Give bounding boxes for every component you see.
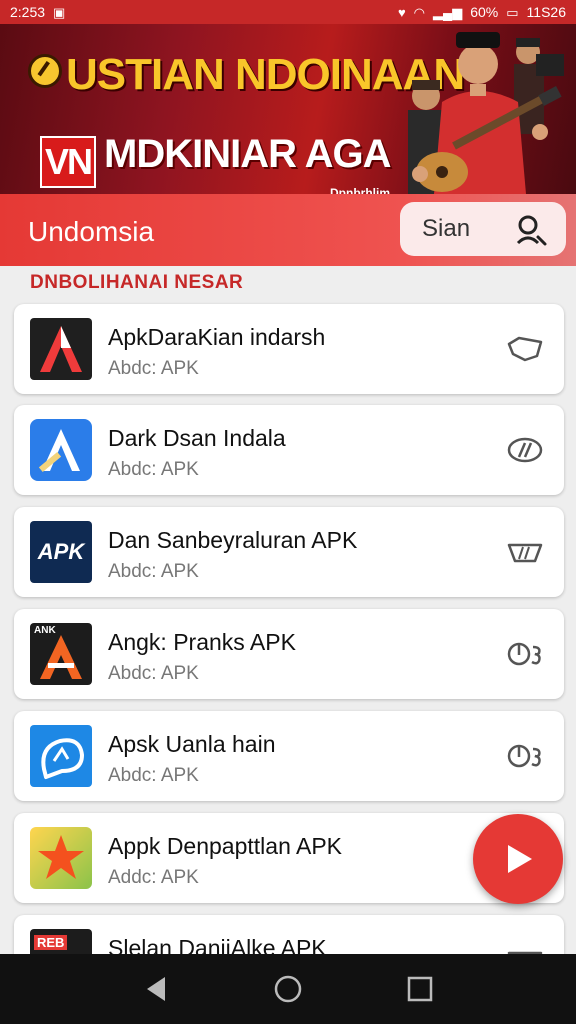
banner-caption: Dpnbrhlim xyxy=(330,186,390,194)
timer-icon[interactable] xyxy=(504,637,546,671)
play-fab-button[interactable] xyxy=(473,814,563,904)
app-icon-badge-text: ANK xyxy=(34,625,56,636)
home-circle-icon xyxy=(274,975,302,1003)
back-triangle-icon xyxy=(147,977,165,1001)
battery-icon: ▭ xyxy=(506,4,519,20)
banner-badge: VN xyxy=(40,136,96,188)
banner-subtitle: MDKINIAR AGA xyxy=(104,132,391,176)
wifi-icon: ◠ xyxy=(413,4,425,20)
recents-button[interactable] xyxy=(400,969,440,1009)
app-name: Dark Dsan Indala xyxy=(108,425,286,451)
home-button[interactable] xyxy=(268,969,308,1009)
app-name: Dan Sanbeyraluran APK xyxy=(108,527,358,553)
search-button[interactable]: Sian xyxy=(400,202,566,256)
back-button[interactable] xyxy=(136,969,176,1009)
app-list-item[interactable]: ANK Angk: Pranks APK Abdc: APK xyxy=(14,609,564,699)
app-list-item[interactable]: APK Dan Sanbeyraluran APK Abdc: APK xyxy=(14,507,564,597)
status-bar: 2:253 ▣ ♥ ◠ ▂▄▆ 60% ▭ 11S26 xyxy=(0,0,576,24)
bluetooth-icon: ♥ xyxy=(397,4,406,20)
app-subtitle: Abdc: APK xyxy=(108,561,199,582)
recents-square-icon xyxy=(407,976,433,1002)
status-left: 2:253 ▣ xyxy=(10,4,65,20)
app-subtitle: Addc: APK xyxy=(108,867,199,888)
search-button-label: Sian xyxy=(422,215,471,242)
app-name: Angk: Pranks APK xyxy=(108,629,296,655)
app-subtitle: Abdc: APK xyxy=(108,358,199,379)
app-subtitle: Abdc: APK xyxy=(108,663,199,684)
image-notification-icon: ▣ xyxy=(53,4,66,20)
app-list-item[interactable]: ApkDaraKian indarsh Abdc: APK xyxy=(14,304,564,394)
battery-percent: 60% xyxy=(470,4,499,20)
section-label: DNBOLIHANAI NESAR xyxy=(30,272,244,293)
timer-icon[interactable] xyxy=(504,739,546,773)
favorite-icon[interactable] xyxy=(504,535,546,569)
favorite-icon[interactable] xyxy=(504,332,546,366)
search-header: Undomsia Sian xyxy=(0,194,576,266)
app-subtitle: Abdc: APK xyxy=(108,459,199,480)
app-icon-chat-bubble xyxy=(30,725,92,787)
navigation-bar xyxy=(0,954,576,1024)
app-name: Apsk Uanla hain xyxy=(108,731,276,757)
search-icon xyxy=(516,215,547,246)
app-icon-badge-text: REB xyxy=(34,935,68,950)
app-icon-a-dark xyxy=(30,318,92,380)
app-subtitle: Abdc: APK xyxy=(108,765,199,786)
banner-logo-icon xyxy=(28,54,62,88)
app-icon-star xyxy=(30,827,92,889)
link-icon[interactable] xyxy=(504,433,546,467)
app-name: Appk Denpapttlan APK xyxy=(108,833,342,859)
status-clock: 11S26 xyxy=(526,4,566,20)
apk-tile-text: APK xyxy=(37,539,85,564)
guitarist-illustration xyxy=(408,32,564,194)
app-icon-a-blue xyxy=(30,419,92,481)
app-list-item[interactable]: Apsk Uanla hain Abdc: APK xyxy=(14,711,564,801)
promo-banner[interactable]: USTIAN NDOINAAN VN MDKINIAR AGA Dpnbrhli… xyxy=(0,24,576,194)
status-time: 2:253 xyxy=(10,4,46,20)
play-icon xyxy=(508,845,532,873)
signal-icon: ▂▄▆ xyxy=(433,4,463,20)
status-right: ♥ ◠ ▂▄▆ 60% ▭ 11S26 xyxy=(398,4,566,20)
app-list-item[interactable]: Dark Dsan Indala Abdc: APK xyxy=(14,405,564,495)
app-icon-apk: APK xyxy=(30,521,92,583)
header-title: Undomsia xyxy=(28,216,155,247)
app-name: ApkDaraKian indarsh xyxy=(108,324,326,350)
